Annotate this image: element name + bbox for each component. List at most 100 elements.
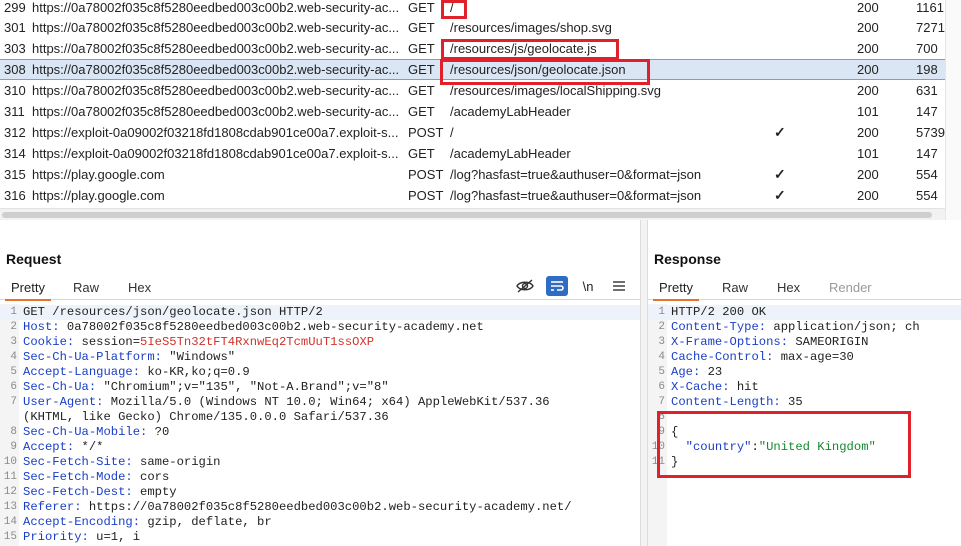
line-number: 6 — [10, 381, 17, 393]
row-host: https://exploit-0a09002f03218fd1808cdab9… — [32, 146, 399, 161]
panel-splitter[interactable] — [640, 220, 648, 546]
history-row[interactable]: 299 https://0a78002f035c8f5280eedbed003c0… — [0, 0, 945, 18]
history-row[interactable]: 315 https://play.google.com POST/log?hasfa… — [0, 164, 945, 185]
line-number: 11 — [3, 471, 17, 483]
header-value: hit — [729, 380, 759, 394]
header-value: same-origin — [132, 455, 221, 469]
row-status: 200 — [857, 188, 879, 203]
proxy-history-table: 299 https://0a78002f035c8f5280eedbed003c0… — [0, 0, 945, 208]
header-value: https://0a78002f035c8f5280eedbed003c00b2… — [81, 500, 572, 514]
row-length: 147 — [916, 104, 938, 119]
code-line: 3 X-Frame-Options: SAMEORIGIN — [648, 335, 961, 350]
line-number: 2 — [10, 321, 17, 333]
header-value: 0a78002f035c8f5280eedbed003c00b2.web-sec… — [59, 320, 484, 334]
header-name: User-Agent: — [23, 395, 104, 409]
row-number: 303 — [4, 41, 26, 56]
history-row[interactable]: 312 https://exploit-0a09002f03218fd1808cd… — [0, 122, 945, 143]
row-number: 316 — [4, 188, 26, 203]
request-tab-hex[interactable]: Hex — [128, 280, 151, 295]
line-number: 4 — [10, 351, 17, 363]
header-value: "Windows" — [161, 350, 236, 364]
row-url: /resources/images/localShipping.svg — [450, 83, 661, 98]
code-line: 11 Sec-Fetch-Mode: cors — [0, 470, 640, 485]
code-line: 8 — [648, 410, 961, 425]
menu-icon[interactable] — [608, 276, 630, 296]
header-value: "Chromium";v="135", "Not-A.Brand";v="8" — [96, 380, 389, 394]
line-text: Accept: */* — [23, 440, 103, 455]
line-text: GET /resources/json/geolocate.json HTTP/… — [23, 305, 323, 320]
history-row[interactable]: 310 https://0a78002f035c8f5280eedbed003c0… — [0, 80, 945, 101]
row-host: https://0a78002f035c8f5280eedbed003c00b2… — [32, 83, 400, 98]
code-line: 7 User-Agent: Mozilla/5.0 (Windows NT 10.… — [0, 395, 640, 410]
history-row[interactable]: 301 https://0a78002f035c8f5280eedbed003c0… — [0, 17, 945, 38]
header-name: Cache-Control: — [671, 350, 774, 364]
response-tab-raw[interactable]: Raw — [722, 280, 748, 295]
history-row[interactable]: 316 https://play.google.com POST/log?hasfa… — [0, 185, 945, 206]
response-tab-pretty[interactable]: Pretty — [653, 280, 699, 301]
code-line: 4 Sec-Ch-Ua-Platform: "Windows" — [0, 350, 640, 365]
header-value — [671, 440, 686, 454]
line-text: Referer: https://0a78002f035c8f5280eedbe… — [23, 500, 572, 515]
request-tabs: Pretty Raw Hex — [0, 276, 640, 301]
line-text: Cache-Control: max-age=30 — [671, 350, 854, 365]
code-line: 9{ — [648, 425, 961, 440]
row-method: GET — [408, 0, 435, 15]
line-text: Age: 23 — [671, 365, 722, 380]
line-number: 15 — [3, 531, 17, 543]
row-status: 200 — [857, 62, 879, 77]
code-line: 2 Content-Type: application/json; ch — [648, 320, 961, 335]
scrollbar-thumb[interactable] — [2, 212, 932, 218]
row-number: 311 — [4, 104, 25, 119]
line-text: Priority: u=1, i — [23, 530, 140, 545]
header-value: ?0 — [147, 425, 170, 439]
line-number: 3 — [658, 336, 665, 348]
request-tab-raw[interactable]: Raw — [73, 280, 99, 295]
row-length: 147 — [916, 146, 938, 161]
row-method: GET — [408, 41, 435, 56]
line-text: X-Frame-Options: SAMEORIGIN — [671, 335, 868, 350]
history-row[interactable]: 308 https://0a78002f035c8f5280eedbed003c0… — [0, 59, 945, 80]
row-number: 314 — [4, 146, 26, 161]
line-text: Content-Length: 35 — [671, 395, 803, 410]
row-host: https://0a78002f035c8f5280eedbed003c00b2… — [32, 104, 400, 119]
response-tab-render[interactable]: Render — [829, 280, 872, 295]
line-number: 2 — [658, 321, 665, 333]
history-vertical-scrollbar[interactable] — [945, 0, 961, 220]
line-number: 13 — [3, 501, 17, 513]
line-text: Accept-Language: ko-KR,ko;q=0.9 — [23, 365, 250, 380]
header-value: 23 — [700, 365, 723, 379]
check-icon: ✓ — [774, 124, 786, 140]
request-title: Request — [6, 251, 62, 267]
header-name: Accept-Language: — [23, 365, 141, 379]
row-method: GET — [408, 146, 435, 161]
request-editor[interactable]: 1 GET /resources/json/geolocate.json HTTP… — [0, 304, 640, 546]
header-value: ko-KR,ko;q=0.9 — [140, 365, 250, 379]
line-number: 7 — [10, 396, 17, 408]
history-row[interactable]: 314 https://exploit-0a09002f03218fd1808cd… — [0, 143, 945, 164]
word-wrap-icon[interactable] — [546, 276, 568, 296]
show-newlines-toggle[interactable]: \n — [577, 276, 599, 296]
json-string-value: "United Kingdom" — [758, 440, 876, 454]
response-editor[interactable]: 1 HTTP/2 200 OK 2 Content-Type: application… — [648, 304, 961, 546]
code-line: 5 Age: 23 — [648, 365, 961, 380]
line-number: 1 — [10, 306, 17, 318]
history-row[interactable]: 303 https://0a78002f035c8f5280eedbed003c0… — [0, 38, 945, 59]
line-text: Sec-Ch-Ua: "Chromium";v="135", "Not-A.Br… — [23, 380, 389, 395]
history-horizontal-scrollbar[interactable] — [0, 208, 945, 220]
request-tab-pretty[interactable]: Pretty — [5, 280, 51, 301]
row-url: / — [450, 125, 454, 140]
row-url: /academyLabHeader — [450, 104, 571, 119]
hide-nonprintable-icon[interactable] — [514, 276, 536, 296]
line-text: Sec-Fetch-Mode: cors — [23, 470, 169, 485]
row-method: GET — [408, 20, 435, 35]
header-name: Content-Type: — [671, 320, 767, 334]
code-line: 13 Referer: https://0a78002f035c8f5280eed… — [0, 500, 640, 515]
row-method: POST — [408, 167, 444, 182]
response-tab-hex[interactable]: Hex — [777, 280, 800, 295]
line-text: "country":"United Kingdom" — [671, 440, 876, 455]
line-number: 8 — [10, 426, 17, 438]
row-host: https://0a78002f035c8f5280eedbed003c00b2… — [32, 20, 400, 35]
header-name: Accept-Encoding: — [23, 515, 141, 529]
header-name: Cookie: — [23, 335, 75, 349]
history-row[interactable]: 311 https://0a78002f035c8f5280eedbed003c0… — [0, 101, 945, 122]
